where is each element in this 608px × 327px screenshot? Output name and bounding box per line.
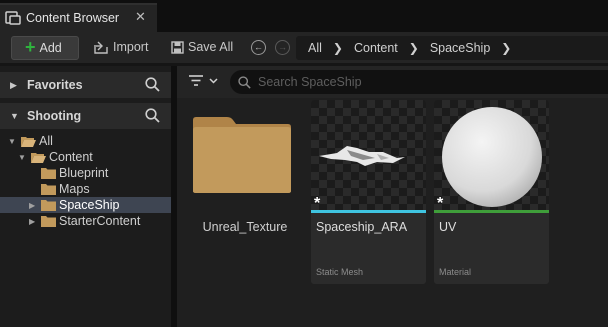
folder-icon (41, 183, 56, 195)
folder-icon (41, 167, 56, 179)
tab-title: Content Browser (26, 11, 120, 25)
folder-icon (41, 215, 56, 227)
asset-type: Material (439, 267, 472, 277)
tree-label: Blueprint (59, 166, 109, 180)
tree-item-blueprint[interactable]: Blueprint (0, 165, 171, 181)
arrow-right-icon: → (278, 42, 287, 52)
search-icon (238, 75, 251, 89)
breadcrumb-spaceship[interactable]: SpaceShip (430, 41, 490, 55)
save-all-button[interactable]: Save All (171, 40, 233, 54)
asset-name: Spaceship_ARA (316, 220, 408, 234)
thumbnail: * (311, 100, 426, 213)
tree-label: SpaceShip (59, 198, 120, 212)
asset-type-color-bar (434, 210, 549, 213)
asset-type: Static Mesh (316, 267, 364, 277)
plus-icon: + (25, 37, 36, 57)
caret-down-icon[interactable]: ▼ (8, 137, 16, 146)
tree-item-maps[interactable]: Maps (0, 181, 171, 197)
folder-tile-icon[interactable] (191, 116, 293, 194)
tab-bar: Content Browser ✕ (0, 0, 608, 32)
folder-open-icon (31, 152, 46, 163)
asset-name: UV (439, 220, 457, 234)
spaceship-thumbnail (319, 146, 405, 166)
chevron-right-icon[interactable]: ❯ (409, 41, 419, 55)
asset-tile[interactable]: * UV Material (434, 100, 549, 284)
tree-label: All (39, 134, 53, 148)
material-sphere-thumbnail (442, 107, 542, 207)
thumbnail: * (434, 100, 549, 213)
favorites-title: Favorites (27, 78, 83, 92)
caret-down-icon[interactable]: ▼ (18, 153, 26, 162)
search-placeholder: Search SpaceShip (258, 75, 362, 89)
caret-right-icon: ▶ (10, 79, 17, 90)
import-label: Import (113, 40, 149, 54)
shooting-header[interactable]: ▼ Shooting (0, 103, 171, 129)
chevron-right-icon[interactable]: ❯ (333, 41, 343, 55)
filter-button[interactable] (189, 75, 218, 86)
tree-label: Content (49, 150, 93, 164)
asset-view: Search SpaceShip Unreal_Texture * Spaces… (177, 66, 608, 327)
caret-right-icon[interactable]: ▶ (29, 201, 35, 210)
add-label: Add (39, 41, 62, 55)
close-icon[interactable]: ✕ (135, 9, 146, 25)
tree-item-startercontent[interactable]: ▶ StarterContent (0, 213, 171, 229)
tree-item-spaceship[interactable]: ▶ SpaceShip (0, 197, 171, 213)
breadcrumb-content[interactable]: Content (354, 41, 398, 55)
content-browser-icon (5, 11, 21, 25)
folder-open-icon (21, 136, 36, 147)
filter-icon (189, 75, 203, 86)
search-icon[interactable] (145, 108, 160, 123)
tree-label: Maps (59, 182, 90, 196)
shooting-title: Shooting (27, 109, 82, 123)
folder-icon (41, 199, 56, 211)
back-button[interactable]: ← (251, 40, 266, 55)
import-button[interactable]: Import (94, 40, 148, 54)
save-icon (171, 40, 184, 54)
add-button[interactable]: + Add (11, 36, 79, 60)
toolbar: + Add Import Save All ← → All ❯ Content … (0, 32, 608, 63)
import-icon (94, 41, 108, 54)
caret-down-icon: ▼ (10, 111, 19, 121)
tree-item-all[interactable]: ▼ All (0, 133, 171, 149)
breadcrumb-all[interactable]: All (308, 41, 322, 55)
filter-bar: Search SpaceShip (177, 66, 608, 98)
tree-label: StarterContent (59, 214, 141, 228)
caret-right-icon[interactable]: ▶ (29, 217, 35, 226)
asset-tile[interactable]: * Spaceship_ARA Static Mesh (311, 100, 426, 284)
breadcrumb: All ❯ Content ❯ SpaceShip ❯ (296, 36, 608, 60)
favorites-header[interactable]: ▶ Favorites (0, 72, 171, 98)
chevron-down-icon (209, 77, 218, 84)
asset-name: Unreal_Texture (202, 220, 288, 234)
search-icon[interactable] (145, 77, 160, 92)
arrow-left-icon: ← (254, 42, 263, 52)
asset-type-color-bar (311, 210, 426, 213)
tree-item-content[interactable]: ▼ Content (0, 149, 171, 165)
save-all-label: Save All (188, 40, 234, 54)
search-input[interactable]: Search SpaceShip (230, 70, 608, 94)
forward-button[interactable]: → (275, 40, 290, 55)
tab-content-browser[interactable]: Content Browser ✕ (0, 3, 157, 32)
chevron-right-icon[interactable]: ❯ (501, 41, 511, 55)
